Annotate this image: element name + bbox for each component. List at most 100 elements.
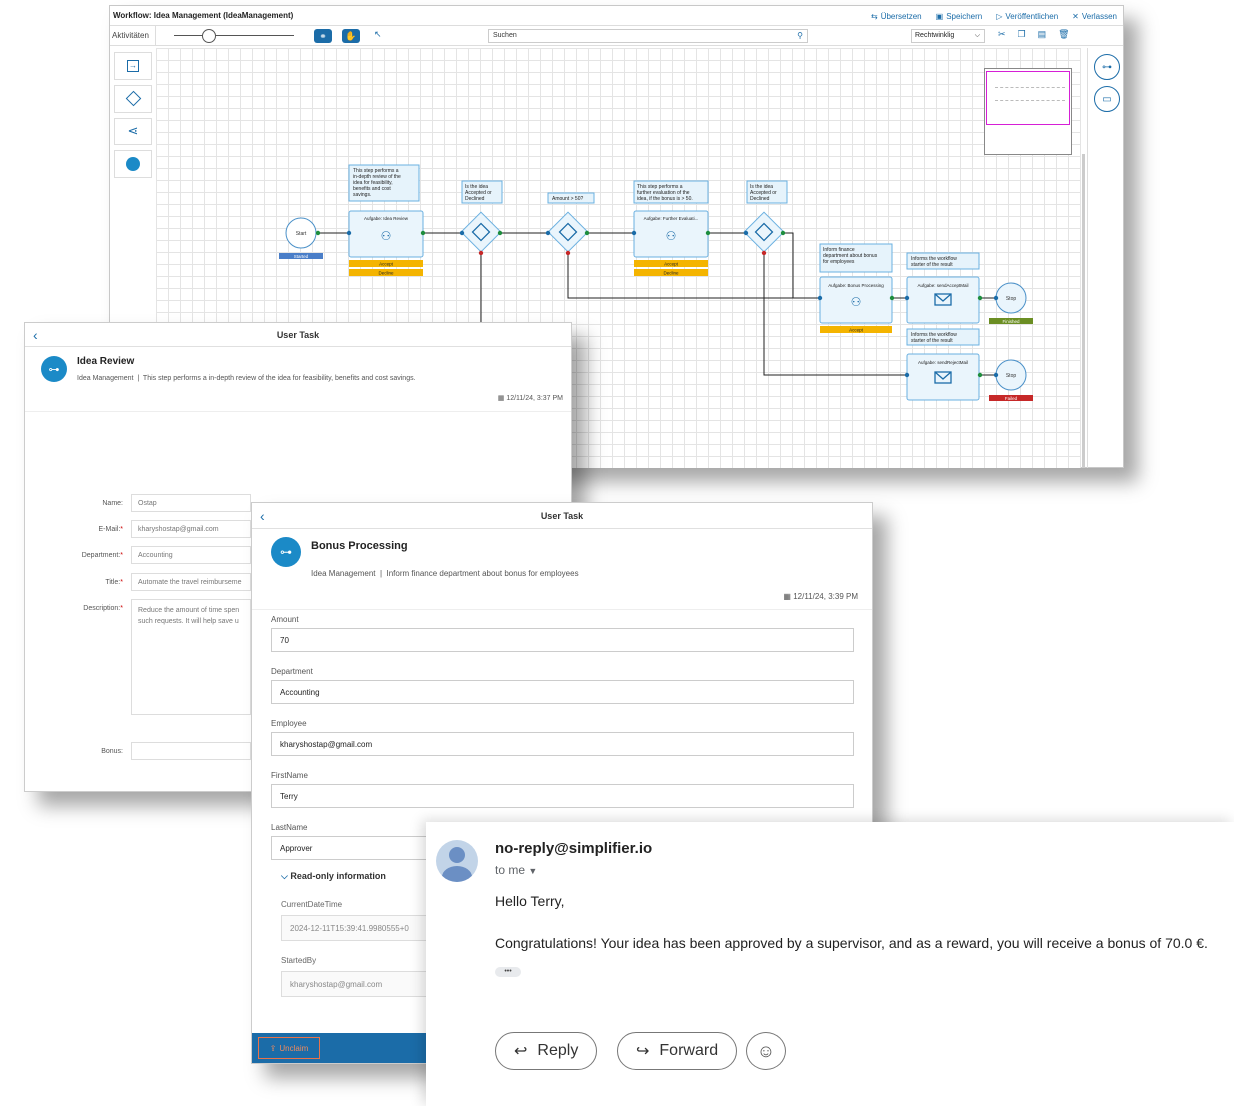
handshake-icon: ⚇ <box>381 229 392 243</box>
inform-note-text: Informs the workflow starter of the resul… <box>911 256 957 268</box>
stop-label: Stop <box>1006 296 1017 302</box>
gateway-3 <box>743 211 785 253</box>
save-button[interactable]: ▣ Speichern <box>936 12 983 21</box>
name-field[interactable]: Ostap <box>131 494 251 512</box>
task-header: ‹ User Task <box>25 323 571 347</box>
circle-icon <box>126 157 140 172</box>
save-icon: ▣ <box>935 11 944 21</box>
zoom-slider-handle[interactable] <box>202 29 216 43</box>
task-title: Bonus Processing <box>311 540 408 552</box>
task-header: ‹ User Task <box>252 503 872 529</box>
emoji-reaction-button[interactable]: ☺ <box>746 1032 786 1070</box>
delete-icon[interactable]: 🗑 <box>1058 29 1069 40</box>
right-panel: ⊶ ▭ <box>1082 48 1123 468</box>
email-field[interactable]: kharyshostap@gmail.com <box>131 520 251 538</box>
palette-gateway-item[interactable] <box>114 84 152 113</box>
accept-badge-label: Accept <box>664 262 679 267</box>
palette-split-item[interactable]: ⋖ <box>114 117 152 146</box>
current-datetime-label: CurrentDateTime <box>281 900 343 909</box>
cursor-icon: ↖ <box>374 29 382 39</box>
folder-icon: ▭ <box>1102 93 1112 105</box>
further-task-label: Aufgabe: Further Evaluati... <box>644 216 699 221</box>
chevron-down-icon: ⌵ <box>974 32 980 39</box>
handshake-icon: ⚇ <box>851 295 862 309</box>
diamond-icon <box>125 90 141 107</box>
decline-badge-label: Decline <box>663 271 679 276</box>
firstname-input[interactable]: Terry <box>271 784 854 808</box>
readonly-section-toggle[interactable]: ⌵ Read-only information <box>281 871 386 882</box>
back-chevron-icon[interactable]: ‹ <box>260 503 265 529</box>
gateway-2 <box>547 211 589 253</box>
scrollbar[interactable] <box>1082 154 1085 468</box>
canvas-search-input[interactable]: Suchen ⚲ <box>488 29 808 43</box>
department-field[interactable]: Accounting <box>131 546 251 564</box>
stop-label: Stop <box>1006 373 1017 379</box>
accept-mail-task-label: Aufgabe: sendAcceptMail <box>917 283 968 288</box>
chevron-down-icon: ⌵ <box>281 871 288 881</box>
description-label: Description:* <box>83 605 123 612</box>
routing-select[interactable]: Rechtwinklig ⌵ <box>911 29 985 43</box>
translate-button[interactable]: ⇆ Übersetzen <box>871 12 922 21</box>
close-icon: ✕ <box>1072 11 1079 21</box>
description-field[interactable]: Reduce the amount of time spen such requ… <box>131 599 251 715</box>
title-field[interactable]: Automate the travel reimburseme <box>131 573 251 591</box>
search-icon: ⚲ <box>797 31 803 40</box>
calendar-icon: ▦ <box>783 592 791 601</box>
email-label: E-Mail:* <box>98 526 123 533</box>
share-icon: ⋖ <box>127 123 139 139</box>
show-trimmed-button[interactable]: ••• <box>495 967 521 977</box>
bonus-field[interactable] <box>131 742 251 760</box>
forward-button[interactable]: ↪ Forward <box>617 1032 738 1070</box>
reply-button[interactable]: ↩ Reply <box>495 1032 598 1070</box>
department-input[interactable]: Accounting <box>271 680 854 704</box>
unclaim-button[interactable]: ⇪ Unclaim <box>258 1037 320 1059</box>
cut-icon[interactable]: ✂ <box>998 29 1006 40</box>
handshake-icon: ⚇ <box>666 229 677 243</box>
leave-button[interactable]: ✕ Verlassen <box>1072 12 1117 21</box>
breadcrumb: Idea Management | This step performs a i… <box>77 375 416 382</box>
breadcrumb: Idea Management | Inform finance departm… <box>311 569 579 578</box>
link-icon: ⚭ <box>319 30 327 41</box>
canvas-minimap[interactable] <box>984 68 1072 155</box>
reject-mail-task-label: Aufgabe: sendRejectMail <box>918 360 968 365</box>
forward-icon: ↪ <box>636 1043 650 1060</box>
workflow-toolbar: Aktivitäten ⚭ ✋ ↖ Suchen ⚲ Rechtwinklig … <box>110 26 1123 46</box>
started-badge-label: Started <box>294 254 309 259</box>
title-label: Title:* <box>105 579 123 586</box>
reply-icon: ↩ <box>514 1043 528 1060</box>
palette-event-item[interactable] <box>114 150 152 178</box>
recipient-toggle[interactable]: to me ▼ <box>495 863 537 877</box>
process-tree-button[interactable]: ⊶ <box>1094 54 1120 80</box>
firstname-label: FirstName <box>271 771 308 780</box>
employee-input[interactable]: kharyshostap@gmail.com <box>271 732 854 756</box>
accept-badge-label: Accept <box>379 262 394 267</box>
amount-input[interactable]: 70 <box>271 628 854 652</box>
zoom-slider-track[interactable] <box>174 35 294 36</box>
pan-tool-button[interactable]: ✋ <box>342 29 360 43</box>
paste-icon[interactable]: ▤ <box>1038 29 1047 40</box>
publish-button[interactable]: ▷ Veröffentlichen <box>996 12 1058 21</box>
workflow-title-bar: Workflow: Idea Management (IdeaManagemen… <box>110 6 1123 26</box>
palette-task-item[interactable]: → <box>114 52 152 80</box>
lastname-label: LastName <box>271 823 308 832</box>
finished-badge-label: Finished <box>1002 319 1020 324</box>
startedby-label: StartedBy <box>281 956 317 965</box>
decline-badge-label: Decline <box>378 271 394 276</box>
folder-button[interactable]: ▭ <box>1094 86 1120 112</box>
calendar-icon: ▦ <box>497 395 505 402</box>
link-tool-button[interactable]: ⚭ <box>314 29 332 43</box>
back-chevron-icon[interactable]: ‹ <box>33 323 38 347</box>
select-tool-button[interactable]: ↖ <box>374 29 382 40</box>
avatar <box>436 840 478 882</box>
failed-badge-label: Failed <box>1005 396 1018 401</box>
translate-icon: ⇆ <box>871 11 878 21</box>
divider <box>252 609 872 610</box>
name-label: Name: <box>102 500 123 507</box>
gateway-2-note-text: Amount > 50? <box>552 196 583 202</box>
process-icon: ⊶ <box>41 356 67 382</box>
process-icon: ⊶ <box>271 537 301 567</box>
department-label: Department <box>271 667 313 676</box>
smiley-icon: ☺ <box>756 1040 776 1061</box>
play-icon: ▷ <box>996 11 1003 21</box>
copy-icon[interactable]: ❐ <box>1018 29 1026 40</box>
